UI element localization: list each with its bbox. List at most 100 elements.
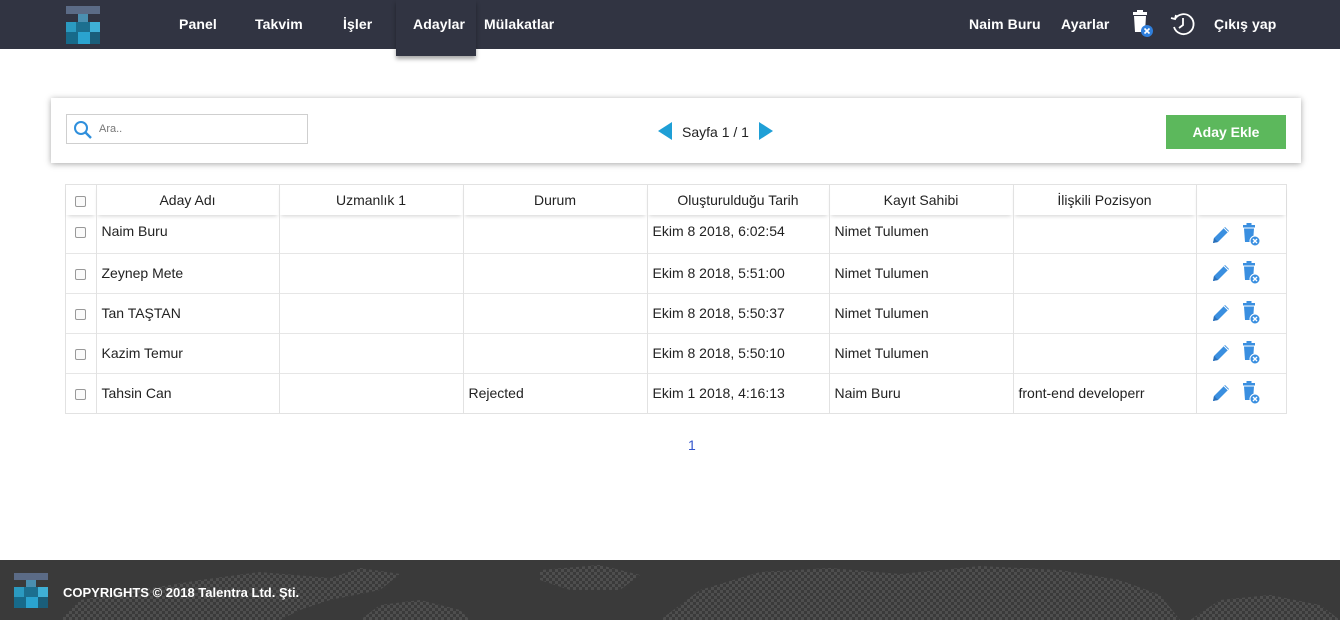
row-select-cell [66, 252, 97, 293]
nav-item-takvim[interactable]: Takvim [255, 0, 303, 49]
row-select-cell [66, 215, 97, 253]
column-header-created[interactable]: Oluşturulduğu Tarih [647, 185, 830, 215]
delete-icon[interactable] [1240, 261, 1262, 285]
row-actions [1196, 372, 1287, 413]
page-indicator: Sayfa 1 / 1 [682, 124, 749, 140]
search-input[interactable] [99, 119, 299, 139]
cell-created: Ekim 8 2018, 5:50:10 [647, 332, 830, 373]
column-header-expertise[interactable]: Uzmanlık 1 [279, 185, 464, 215]
row-checkbox[interactable] [75, 226, 87, 238]
row-select-cell [66, 332, 97, 373]
cell-expertise [279, 292, 464, 333]
nav-item-panel[interactable]: Panel [179, 0, 217, 49]
cell-owner: Naim Buru [829, 372, 1014, 413]
delete-icon[interactable] [1240, 223, 1262, 247]
cell-created: Ekim 8 2018, 5:51:00 [647, 252, 830, 293]
next-page-icon[interactable] [759, 122, 773, 140]
row-checkbox[interactable] [75, 308, 87, 320]
footer-copyright: COPYRIGHTS © 2018 Talentra Ltd. Şti. [63, 585, 300, 600]
edit-icon[interactable] [1210, 342, 1232, 364]
row-actions [1196, 332, 1287, 373]
footer-logo [14, 573, 48, 608]
table-row[interactable]: Tan TAŞTAN Ekim 8 2018, 5:50:37 Nimet Tulu… [66, 292, 1287, 333]
edit-icon[interactable] [1210, 262, 1232, 284]
row-actions-group [1197, 301, 1287, 325]
cell-created: Ekim 1 2018, 4:16:13 [647, 372, 830, 413]
cell-expertise [279, 252, 464, 293]
table-row[interactable]: Tahsin Can Rejected Ekim 1 2018, 4:16:13 Na… [66, 372, 1287, 413]
row-actions [1196, 252, 1287, 293]
row-checkbox[interactable] [75, 268, 87, 280]
cell-status: Rejected [463, 372, 648, 413]
row-actions-group [1197, 341, 1287, 365]
add-candidate-button[interactable]: Aday Ekle [1166, 115, 1286, 149]
column-header-status[interactable]: Durum [463, 185, 648, 215]
cell-status [463, 252, 648, 293]
cell-status [463, 292, 648, 333]
cell-name: Zeynep Mete [96, 252, 280, 293]
nav-item-isler[interactable]: İşler [343, 0, 372, 49]
cell-owner: Nimet Tulumen [829, 252, 1014, 293]
cell-expertise [279, 215, 464, 253]
row-actions [1196, 292, 1287, 333]
toolbar: Sayfa 1 / 1 Aday Ekle [51, 98, 1301, 163]
top-navbar: Panel Takvim İşler Adaylar Mülakatlar Na… [0, 0, 1340, 56]
prev-page-icon[interactable] [658, 122, 672, 140]
table-row[interactable]: Naim Buru Ekim 8 2018, 6:02:54 Nimet Tulum… [66, 215, 1286, 253]
select-all-checkbox[interactable] [75, 195, 87, 207]
cell-position [1013, 215, 1197, 253]
row-checkbox[interactable] [75, 389, 87, 401]
logout-link[interactable]: Çıkış yap [1214, 0, 1276, 49]
table-header-row: Aday Adı Uzmanlık 1 Durum Oluşturulduğu … [66, 185, 1286, 215]
cell-name: Tan TAŞTAN [96, 292, 280, 333]
cell-status [463, 215, 648, 253]
edit-icon[interactable] [1210, 382, 1232, 404]
search-box[interactable] [66, 114, 308, 144]
delete-icon[interactable] [1240, 341, 1262, 365]
row-select-cell [66, 372, 97, 413]
search-icon [74, 121, 92, 139]
cell-owner: Nimet Tulumen [829, 292, 1014, 333]
footer: COPYRIGHTS © 2018 Talentra Ltd. Şti. [0, 560, 1340, 620]
table-body: Naim Buru Ekim 8 2018, 6:02:54 Nimet Tulum… [66, 215, 1286, 413]
trash-icon[interactable] [1130, 10, 1156, 38]
edit-icon[interactable] [1210, 224, 1232, 246]
row-actions-group [1197, 261, 1287, 285]
column-header-name[interactable]: Aday Adı [96, 185, 280, 215]
history-icon[interactable] [1170, 10, 1196, 38]
nav-item-adaylar[interactable]: Adaylar [413, 0, 465, 49]
cell-status [463, 332, 648, 373]
delete-icon[interactable] [1240, 381, 1262, 405]
row-actions-group [1197, 223, 1287, 247]
cell-name: Tahsin Can [96, 372, 280, 413]
cell-name: Kazim Temur [96, 332, 280, 373]
cell-created: Ekim 8 2018, 5:50:37 [647, 292, 830, 333]
row-actions [1196, 215, 1286, 253]
row-select-cell [66, 292, 97, 333]
candidates-table: Aday Adı Uzmanlık 1 Durum Oluşturulduğu … [65, 184, 1287, 414]
cell-expertise [279, 372, 464, 413]
table-row[interactable]: Kazim Temur Ekim 8 2018, 5:50:10 Nimet Tul… [66, 332, 1287, 373]
delete-icon[interactable] [1240, 301, 1262, 325]
nav-user-name[interactable]: Naim Buru [969, 0, 1041, 49]
column-header-owner[interactable]: Kayıt Sahibi [829, 185, 1014, 215]
nav-item-mulakatlar[interactable]: Mülakatlar [484, 0, 554, 49]
nav-settings[interactable]: Ayarlar [1061, 0, 1109, 49]
select-all-cell [66, 185, 97, 215]
edit-icon[interactable] [1210, 302, 1232, 324]
column-header-position[interactable]: İlişkili Pozisyon [1013, 185, 1197, 215]
cell-position: front-end developerr [1013, 372, 1197, 413]
cell-position [1013, 332, 1197, 373]
cell-name: Naim Buru [96, 215, 280, 253]
row-actions-group [1197, 381, 1287, 405]
row-checkbox[interactable] [75, 348, 87, 360]
cell-owner: Nimet Tulumen [829, 332, 1014, 373]
column-header-actions [1196, 185, 1286, 215]
cell-position [1013, 252, 1197, 293]
cell-owner: Nimet Tulumen [829, 215, 1014, 253]
logo[interactable] [66, 6, 100, 44]
cell-expertise [279, 332, 464, 373]
cell-position [1013, 292, 1197, 333]
pagination-page-link[interactable]: 1 [688, 437, 696, 453]
table-row[interactable]: Zeynep Mete Ekim 8 2018, 5:51:00 Nimet Tul… [66, 252, 1287, 293]
